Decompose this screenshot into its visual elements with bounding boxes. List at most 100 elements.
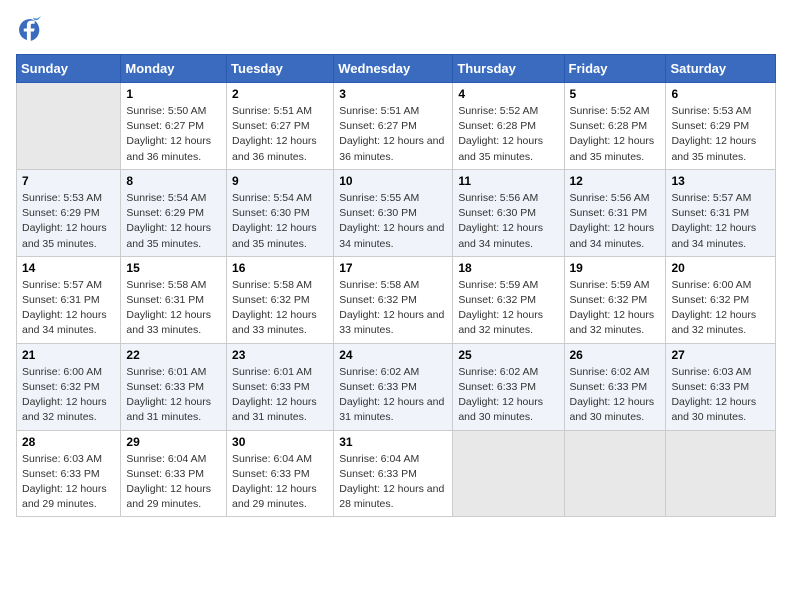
day-info: Sunrise: 5:58 AMSunset: 6:32 PMDaylight:… <box>232 278 328 339</box>
calendar-cell: 7 Sunrise: 5:53 AMSunset: 6:29 PMDaylight… <box>17 169 121 256</box>
day-number: 29 <box>126 435 221 449</box>
day-number: 6 <box>671 87 770 101</box>
day-info: Sunrise: 5:58 AMSunset: 6:31 PMDaylight:… <box>126 278 221 339</box>
day-info: Sunrise: 5:56 AMSunset: 6:31 PMDaylight:… <box>570 191 661 252</box>
day-number: 23 <box>232 348 328 362</box>
day-number: 31 <box>339 435 447 449</box>
day-info: Sunrise: 6:00 AMSunset: 6:32 PMDaylight:… <box>22 365 115 426</box>
header-wednesday: Wednesday <box>334 55 453 83</box>
calendar-cell: 15 Sunrise: 5:58 AMSunset: 6:31 PMDayligh… <box>121 256 227 343</box>
calendar-cell: 6 Sunrise: 5:53 AMSunset: 6:29 PMDaylight… <box>666 83 776 170</box>
day-number: 7 <box>22 174 115 188</box>
calendar-cell: 19 Sunrise: 5:59 AMSunset: 6:32 PMDayligh… <box>564 256 666 343</box>
day-info: Sunrise: 5:53 AMSunset: 6:29 PMDaylight:… <box>22 191 115 252</box>
day-number: 9 <box>232 174 328 188</box>
header-friday: Friday <box>564 55 666 83</box>
day-number: 3 <box>339 87 447 101</box>
day-number: 4 <box>458 87 558 101</box>
day-info: Sunrise: 6:04 AMSunset: 6:33 PMDaylight:… <box>126 452 221 513</box>
day-info: Sunrise: 5:58 AMSunset: 6:32 PMDaylight:… <box>339 278 447 339</box>
calendar-week-3: 14Sunrise: 5:57 AMSunset: 6:31 PMDayligh… <box>17 256 776 343</box>
day-number: 14 <box>22 261 115 275</box>
calendar-cell: 26 Sunrise: 6:02 AMSunset: 6:33 PMDayligh… <box>564 343 666 430</box>
calendar-cell: 3 Sunrise: 5:51 AMSunset: 6:27 PMDaylight… <box>334 83 453 170</box>
calendar-cell: 21 Sunrise: 6:00 AMSunset: 6:32 PMDayligh… <box>17 343 121 430</box>
day-number: 22 <box>126 348 221 362</box>
calendar-cell: 30Sunrise: 6:04 AMSunset: 6:33 PMDayligh… <box>227 430 334 517</box>
calendar-cell: 20 Sunrise: 6:00 AMSunset: 6:32 PMDayligh… <box>666 256 776 343</box>
day-number: 5 <box>570 87 661 101</box>
page-header <box>16 16 776 44</box>
header-sunday: Sunday <box>17 55 121 83</box>
calendar-cell: 5 Sunrise: 5:52 AMSunset: 6:28 PMDaylight… <box>564 83 666 170</box>
day-info: Sunrise: 6:03 AMSunset: 6:33 PMDaylight:… <box>22 452 115 513</box>
day-info: Sunrise: 5:59 AMSunset: 6:32 PMDaylight:… <box>458 278 558 339</box>
day-number: 28 <box>22 435 115 449</box>
header-thursday: Thursday <box>453 55 564 83</box>
day-info: Sunrise: 5:52 AMSunset: 6:28 PMDaylight:… <box>570 104 661 165</box>
day-info: Sunrise: 5:50 AMSunset: 6:27 PMDaylight:… <box>126 104 221 165</box>
day-number: 16 <box>232 261 328 275</box>
header-monday: Monday <box>121 55 227 83</box>
calendar-cell: 29 Sunrise: 6:04 AMSunset: 6:33 PMDayligh… <box>121 430 227 517</box>
calendar-cell: 9 Sunrise: 5:54 AMSunset: 6:30 PMDaylight… <box>227 169 334 256</box>
day-info: Sunrise: 6:02 AMSunset: 6:33 PMDaylight:… <box>458 365 558 426</box>
day-number: 13 <box>671 174 770 188</box>
calendar-cell: 25 Sunrise: 6:02 AMSunset: 6:33 PMDayligh… <box>453 343 564 430</box>
day-info: Sunrise: 5:54 AMSunset: 6:29 PMDaylight:… <box>126 191 221 252</box>
calendar-cell: 28 Sunrise: 6:03 AMSunset: 6:33 PMDayligh… <box>17 430 121 517</box>
day-number: 19 <box>570 261 661 275</box>
day-info: Sunrise: 6:02 AMSunset: 6:33 PMDaylight:… <box>339 365 447 426</box>
day-number: 21 <box>22 348 115 362</box>
calendar-cell <box>666 430 776 517</box>
calendar-table: SundayMondayTuesdayWednesdayThursdayFrid… <box>16 54 776 517</box>
day-number: 2 <box>232 87 328 101</box>
header-tuesday: Tuesday <box>227 55 334 83</box>
calendar-week-5: 28 Sunrise: 6:03 AMSunset: 6:33 PMDayligh… <box>17 430 776 517</box>
calendar-cell: 13 Sunrise: 5:57 AMSunset: 6:31 PMDayligh… <box>666 169 776 256</box>
day-info: Sunrise: 6:00 AMSunset: 6:32 PMDaylight:… <box>671 278 770 339</box>
calendar-cell: 24Sunrise: 6:02 AMSunset: 6:33 PMDayligh… <box>334 343 453 430</box>
calendar-cell: 2 Sunrise: 5:51 AMSunset: 6:27 PMDaylight… <box>227 83 334 170</box>
calendar-header-row: SundayMondayTuesdayWednesdayThursdayFrid… <box>17 55 776 83</box>
day-info: Sunrise: 5:51 AMSunset: 6:27 PMDaylight:… <box>232 104 328 165</box>
calendar-week-2: 7 Sunrise: 5:53 AMSunset: 6:29 PMDaylight… <box>17 169 776 256</box>
calendar-cell <box>564 430 666 517</box>
day-number: 26 <box>570 348 661 362</box>
calendar-week-1: 1 Sunrise: 5:50 AMSunset: 6:27 PMDaylight… <box>17 83 776 170</box>
day-info: Sunrise: 5:55 AMSunset: 6:30 PMDaylight:… <box>339 191 447 252</box>
day-info: Sunrise: 5:54 AMSunset: 6:30 PMDaylight:… <box>232 191 328 252</box>
calendar-cell <box>453 430 564 517</box>
day-info: Sunrise: 5:56 AMSunset: 6:30 PMDaylight:… <box>458 191 558 252</box>
day-info: Sunrise: 6:01 AMSunset: 6:33 PMDaylight:… <box>232 365 328 426</box>
day-info: Sunrise: 5:53 AMSunset: 6:29 PMDaylight:… <box>671 104 770 165</box>
day-number: 27 <box>671 348 770 362</box>
day-number: 1 <box>126 87 221 101</box>
day-number: 15 <box>126 261 221 275</box>
calendar-cell: 22 Sunrise: 6:01 AMSunset: 6:33 PMDayligh… <box>121 343 227 430</box>
day-number: 18 <box>458 261 558 275</box>
day-number: 11 <box>458 174 558 188</box>
calendar-cell: 27Sunrise: 6:03 AMSunset: 6:33 PMDayligh… <box>666 343 776 430</box>
logo <box>16 16 48 44</box>
day-info: Sunrise: 5:59 AMSunset: 6:32 PMDaylight:… <box>570 278 661 339</box>
day-info: Sunrise: 5:57 AMSunset: 6:31 PMDaylight:… <box>671 191 770 252</box>
calendar-cell: 18 Sunrise: 5:59 AMSunset: 6:32 PMDayligh… <box>453 256 564 343</box>
day-number: 20 <box>671 261 770 275</box>
calendar-cell: 31 Sunrise: 6:04 AMSunset: 6:33 PMDayligh… <box>334 430 453 517</box>
calendar-cell: 11 Sunrise: 5:56 AMSunset: 6:30 PMDayligh… <box>453 169 564 256</box>
day-info: Sunrise: 6:04 AMSunset: 6:33 PMDaylight:… <box>232 452 328 513</box>
calendar-week-4: 21 Sunrise: 6:00 AMSunset: 6:32 PMDayligh… <box>17 343 776 430</box>
day-info: Sunrise: 5:51 AMSunset: 6:27 PMDaylight:… <box>339 104 447 165</box>
calendar-cell: 17Sunrise: 5:58 AMSunset: 6:32 PMDayligh… <box>334 256 453 343</box>
calendar-cell: 1 Sunrise: 5:50 AMSunset: 6:27 PMDaylight… <box>121 83 227 170</box>
header-saturday: Saturday <box>666 55 776 83</box>
day-info: Sunrise: 6:02 AMSunset: 6:33 PMDaylight:… <box>570 365 661 426</box>
calendar-cell: 16 Sunrise: 5:58 AMSunset: 6:32 PMDayligh… <box>227 256 334 343</box>
calendar-cell: 14Sunrise: 5:57 AMSunset: 6:31 PMDayligh… <box>17 256 121 343</box>
day-info: Sunrise: 6:04 AMSunset: 6:33 PMDaylight:… <box>339 452 447 513</box>
day-number: 25 <box>458 348 558 362</box>
day-info: Sunrise: 6:01 AMSunset: 6:33 PMDaylight:… <box>126 365 221 426</box>
calendar-cell: 10Sunrise: 5:55 AMSunset: 6:30 PMDayligh… <box>334 169 453 256</box>
calendar-cell: 4Sunrise: 5:52 AMSunset: 6:28 PMDaylight… <box>453 83 564 170</box>
